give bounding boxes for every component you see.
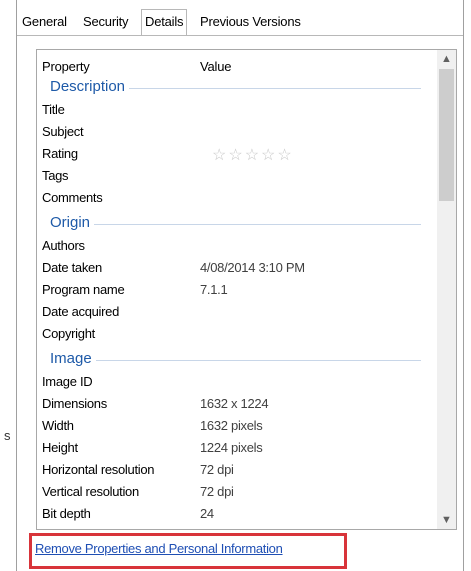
scroll-thumb[interactable]: [439, 69, 454, 201]
property-value[interactable]: 1224 pixels: [200, 440, 263, 455]
vertical-scrollbar[interactable]: ▲ ▼: [437, 50, 456, 529]
details-list[interactable]: Property Value Description Title Subject…: [36, 49, 457, 530]
tab-bar: General Security Details Previous Versio…: [17, 0, 463, 36]
property-value[interactable]: 72 dpi: [200, 462, 234, 477]
properties-dialog: General Security Details Previous Versio…: [16, 0, 464, 571]
header-value[interactable]: Value: [200, 59, 231, 74]
row-image-id[interactable]: Image ID: [37, 371, 437, 393]
header-separator[interactable]: [196, 56, 197, 74]
row-subject[interactable]: Subject: [37, 121, 437, 143]
property-name: Image ID: [42, 374, 93, 389]
property-name: Program name: [42, 282, 125, 297]
column-header: Property Value: [37, 50, 437, 74]
property-name: Copyright: [42, 326, 95, 341]
group-title: Image: [50, 350, 96, 367]
highlight-box: [29, 533, 347, 569]
row-width[interactable]: Width 1632 pixels: [37, 415, 437, 437]
property-value[interactable]: 4/08/2014 3:10 PM: [200, 260, 305, 275]
group-description: Description: [37, 77, 437, 99]
property-name: Vertical resolution: [42, 484, 139, 499]
header-property[interactable]: Property: [42, 59, 90, 74]
row-date-taken[interactable]: Date taken 4/08/2014 3:10 PM: [37, 257, 437, 279]
row-comments[interactable]: Comments: [37, 187, 437, 209]
property-name: Width: [42, 418, 74, 433]
row-bit-depth[interactable]: Bit depth 24: [37, 503, 437, 525]
tab-divider: [17, 35, 463, 36]
property-name: Date acquired: [42, 304, 120, 319]
rating-stars-icon[interactable]: ☆☆☆☆☆: [212, 145, 294, 165]
row-copyright[interactable]: Copyright: [37, 323, 437, 345]
property-name: Horizontal resolution: [42, 462, 155, 477]
property-name: Subject: [42, 124, 84, 139]
property-value[interactable]: 72 dpi: [200, 484, 234, 499]
row-height[interactable]: Height 1224 pixels: [37, 437, 437, 459]
property-name: Rating: [42, 146, 78, 161]
property-value[interactable]: 7.1.1: [200, 282, 228, 297]
row-horizontal-resolution[interactable]: Horizontal resolution 72 dpi: [37, 459, 437, 481]
property-name: Tags: [42, 168, 69, 183]
property-name: Dimensions: [42, 396, 107, 411]
group-divider: [50, 224, 421, 225]
scroll-down-icon[interactable]: ▼: [437, 511, 456, 529]
property-value[interactable]: 1632 x 1224: [200, 396, 269, 411]
group-title: Description: [50, 78, 130, 95]
row-dimensions[interactable]: Dimensions 1632 x 1224: [37, 393, 437, 415]
property-value[interactable]: 24: [200, 506, 214, 521]
row-rating[interactable]: Rating ☆☆☆☆☆: [37, 143, 437, 165]
property-name: Authors: [42, 238, 85, 253]
property-name: Date taken: [42, 260, 102, 275]
row-title[interactable]: Title: [37, 99, 437, 121]
tab-previous-versions[interactable]: Previous Versions: [200, 14, 301, 29]
property-value[interactable]: 1632 pixels: [200, 418, 263, 433]
tab-security[interactable]: Security: [83, 14, 129, 29]
group-title: Origin: [50, 214, 95, 231]
tab-details[interactable]: Details: [141, 9, 188, 36]
row-tags[interactable]: Tags: [37, 165, 437, 187]
scroll-up-icon[interactable]: ▲: [437, 50, 456, 68]
group-divider: [50, 360, 421, 361]
property-name: Comments: [42, 190, 103, 205]
row-date-acquired[interactable]: Date acquired: [37, 301, 437, 323]
group-origin: Origin: [37, 213, 437, 235]
row-program-name[interactable]: Program name 7.1.1: [37, 279, 437, 301]
row-vertical-resolution[interactable]: Vertical resolution 72 dpi: [37, 481, 437, 503]
group-image: Image: [37, 349, 437, 371]
tab-general[interactable]: General: [22, 14, 67, 29]
row-authors[interactable]: Authors: [37, 235, 437, 257]
property-name: Title: [42, 102, 65, 117]
stray-text: s: [4, 428, 11, 443]
property-name: Height: [42, 440, 78, 455]
property-name: Bit depth: [42, 506, 91, 521]
